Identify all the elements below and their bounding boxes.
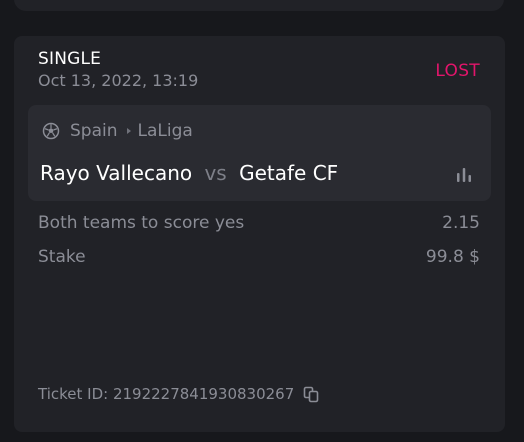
selection-odds: 2.15 (442, 213, 480, 233)
soccer-ball-icon (42, 122, 60, 140)
ticket-row: Ticket ID: 2192227841930830267 (38, 385, 320, 403)
ticket-id: Ticket ID: 2192227841930830267 (38, 385, 295, 403)
bet-date: Oct 13, 2022, 13:19 (38, 71, 199, 90)
away-team: Getafe CF (239, 161, 339, 185)
stake-value: 99.8 $ (425, 247, 480, 267)
copy-icon[interactable] (302, 385, 320, 403)
stake-label: Stake (38, 247, 86, 267)
previous-bet-card (14, 0, 504, 11)
selection-market: Both teams to score yes (38, 213, 245, 233)
bet-card: SINGLE Oct 13, 2022, 13:19 LOST Spain La… (14, 36, 505, 432)
home-team: Rayo Vallecano (40, 161, 193, 185)
vs-label: vs (204, 161, 227, 185)
bet-status-badge: LOST (435, 61, 480, 81)
bet-type: SINGLE (38, 49, 102, 69)
event-country: Spain (70, 121, 118, 141)
event-league: LaLiga (137, 121, 193, 141)
event-box[interactable]: Spain LaLiga Rayo Vallecano vs Getafe CF (28, 105, 491, 201)
bar-chart-icon[interactable] (455, 166, 473, 184)
chevron-right-icon (126, 128, 131, 134)
event-teams: Rayo Vallecano vs Getafe CF (40, 161, 338, 185)
bet-history-page: SINGLE Oct 13, 2022, 13:19 LOST Spain La… (0, 0, 524, 442)
league-row: Spain LaLiga (42, 119, 193, 143)
